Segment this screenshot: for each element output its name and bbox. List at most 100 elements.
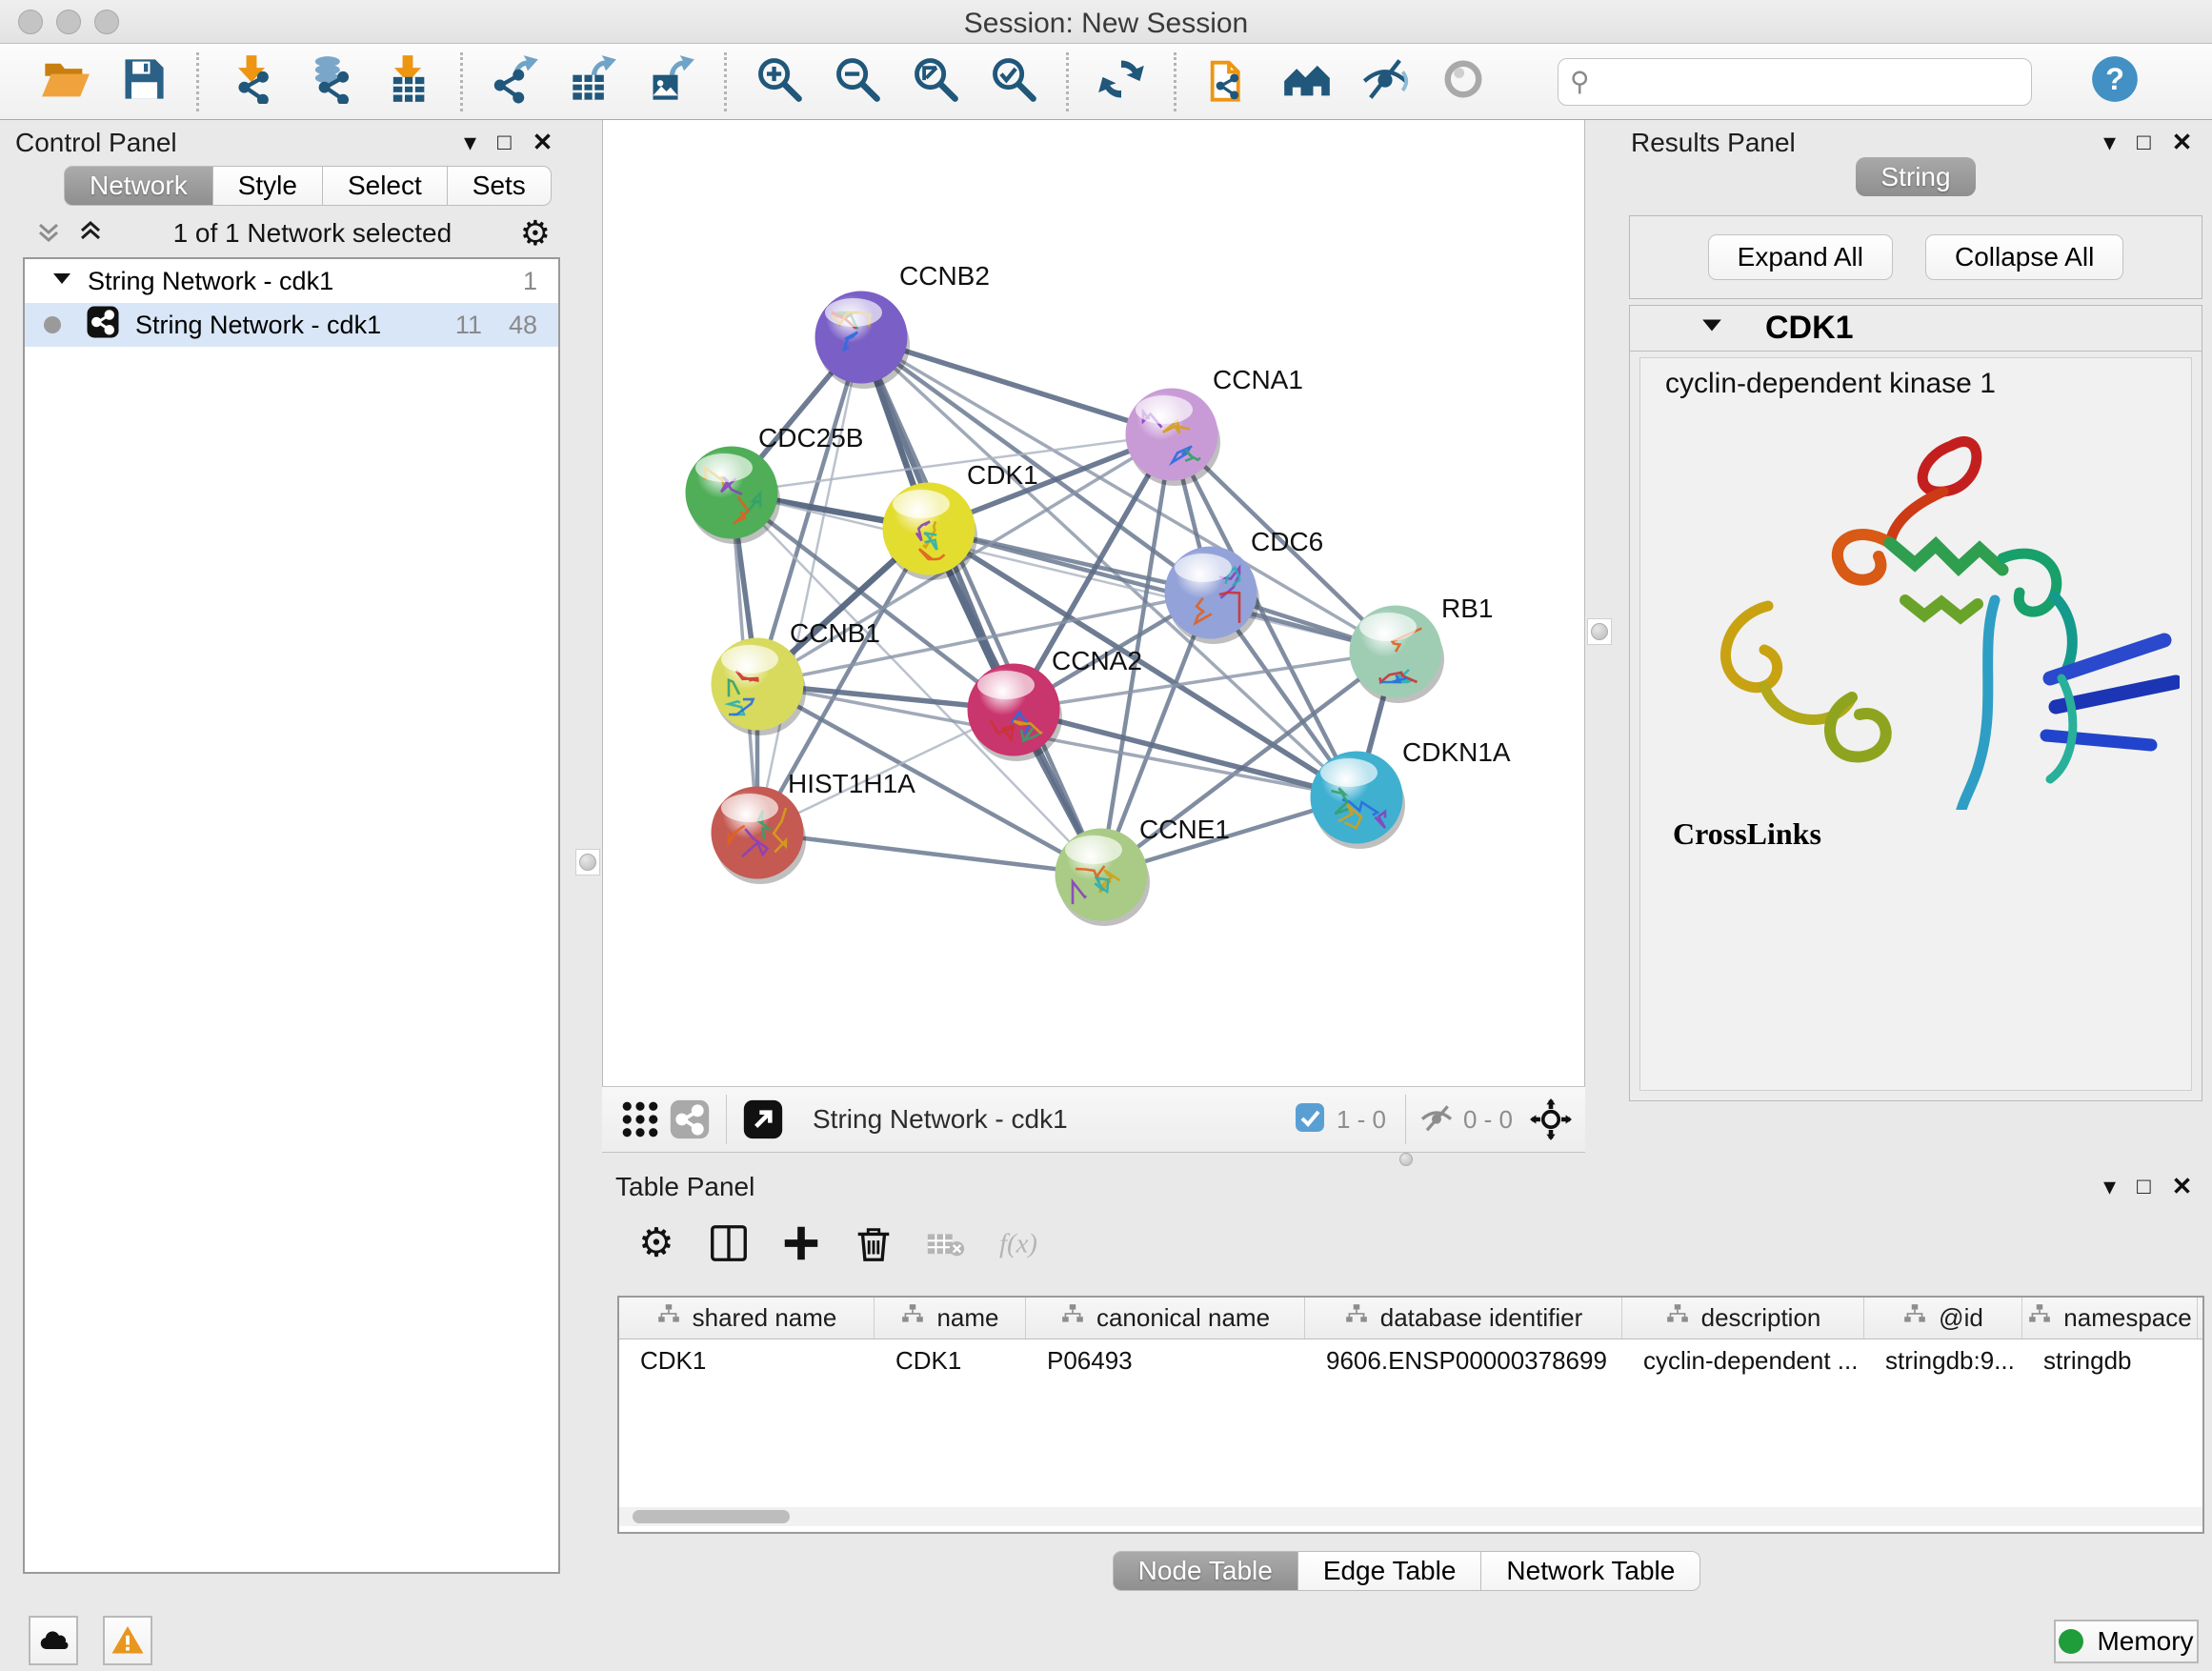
- gene-section-header[interactable]: CDK1: [1630, 306, 2202, 352]
- update-networks-button[interactable]: [1082, 50, 1160, 113]
- tab-node-table[interactable]: Node Table: [1113, 1551, 1298, 1591]
- node-CDKN1A[interactable]: CDKN1A: [1311, 737, 1511, 849]
- column-type-icon: [1902, 1302, 1927, 1334]
- left-splitter-handle[interactable]: [575, 849, 600, 876]
- birdseye-view-icon[interactable]: [1526, 1095, 1576, 1144]
- cloud-status-button[interactable]: [29, 1616, 78, 1665]
- help-button[interactable]: ?: [2076, 50, 2154, 113]
- table-hscrollbar-thumb[interactable]: [633, 1510, 790, 1523]
- edge-CCNB2-HIST1H1A[interactable]: [757, 337, 861, 833]
- column-header-database-identifier[interactable]: database identifier: [1305, 1298, 1622, 1339]
- control-panel-menu-icon[interactable]: ▾: [464, 128, 476, 157]
- results-panel-float-icon[interactable]: □: [2137, 130, 2151, 156]
- selected-checkbox[interactable]: [1295, 1102, 1325, 1137]
- hidden-eye-icon[interactable]: [1418, 1098, 1456, 1141]
- table-panel-float-icon[interactable]: □: [2137, 1174, 2151, 1200]
- zoom-selected-button[interactable]: [975, 50, 1053, 113]
- toolbar-separator: [1174, 52, 1176, 111]
- column-header--id[interactable]: @id: [1864, 1298, 2022, 1339]
- control-panel-float-icon[interactable]: □: [497, 130, 512, 156]
- open-session-button[interactable]: [27, 50, 105, 113]
- export-image-icon: [647, 54, 696, 109]
- collapse-all-networks-icon[interactable]: [34, 217, 63, 251]
- tab-select[interactable]: Select: [322, 166, 448, 206]
- node-CDK1[interactable]: CDK1: [883, 460, 1038, 580]
- column-manager-button[interactable]: [699, 1216, 758, 1275]
- results-panel-menu-icon[interactable]: ▾: [2103, 128, 2116, 157]
- edge-HIST1H1A-CCNE1[interactable]: [757, 833, 1101, 875]
- bottom-splitter-handle[interactable]: [1393, 1153, 1419, 1166]
- zoom-out-button[interactable]: [818, 50, 896, 113]
- network-collection-row[interactable]: String Network - cdk1 1: [25, 259, 558, 303]
- import-table-button[interactable]: [369, 50, 447, 113]
- zoom-fit-button[interactable]: [896, 50, 975, 113]
- table-cell[interactable]: CDK1: [875, 1339, 1026, 1381]
- table-cell[interactable]: 9606.ENSP00000378699: [1305, 1339, 1622, 1381]
- table-cell[interactable]: P06493: [1026, 1339, 1305, 1381]
- toolbar-separator: [1066, 52, 1069, 111]
- column-type-icon: [1060, 1302, 1085, 1334]
- edge-CDK1-RB1[interactable]: [929, 529, 1396, 652]
- add-column-button[interactable]: [772, 1216, 831, 1275]
- table-settings-button[interactable]: ⚙: [627, 1216, 686, 1275]
- export-network-button[interactable]: [476, 50, 554, 113]
- share-session-file-button[interactable]: [1190, 50, 1268, 113]
- detach-view-icon[interactable]: [738, 1095, 788, 1144]
- expand-all-networks-icon[interactable]: [76, 217, 105, 251]
- protein-structure-image: [1665, 400, 2180, 810]
- column-header-shared-name[interactable]: shared name: [619, 1298, 875, 1339]
- save-session-button[interactable]: [105, 50, 183, 113]
- gene-expander-icon[interactable]: [1700, 314, 1723, 342]
- tab-network-table[interactable]: Network Table: [1480, 1551, 1700, 1591]
- tab-style[interactable]: Style: [212, 166, 323, 206]
- node-RB1[interactable]: RB1: [1350, 594, 1493, 703]
- node-CCNB1[interactable]: CCNB1: [712, 618, 880, 735]
- table-cell[interactable]: cyclin-dependent ...: [1622, 1339, 1864, 1381]
- memory-button[interactable]: Memory: [2054, 1620, 2199, 1663]
- zoom-in-button[interactable]: [740, 50, 818, 113]
- column-header-name[interactable]: name: [875, 1298, 1026, 1339]
- table-cell[interactable]: stringdb: [2022, 1339, 2198, 1381]
- table-panel-close-icon[interactable]: ✕: [2172, 1172, 2193, 1201]
- warning-status-button[interactable]: [103, 1616, 152, 1665]
- import-network-icon: [227, 54, 276, 109]
- column-header-canonical-name[interactable]: canonical name: [1026, 1298, 1305, 1339]
- table-panel-menu-icon[interactable]: ▾: [2103, 1172, 2116, 1201]
- control-panel-title: Control Panel: [15, 128, 177, 157]
- table-row[interactable]: CDK1CDK1P064939606.ENSP00000378699cyclin…: [619, 1339, 2202, 1381]
- delete-column-button[interactable]: [844, 1216, 903, 1275]
- show-hide-button[interactable]: [1346, 50, 1424, 113]
- tab-network[interactable]: Network: [64, 166, 213, 206]
- control-panel-close-icon[interactable]: ✕: [533, 128, 553, 157]
- import-database-button[interactable]: [291, 50, 369, 113]
- tab-edge-table[interactable]: Edge Table: [1297, 1551, 1482, 1591]
- column-header-description[interactable]: description: [1622, 1298, 1864, 1339]
- column-type-icon: [1665, 1302, 1690, 1334]
- network-row[interactable]: String Network - cdk1 11 48: [25, 303, 558, 347]
- collapse-all-button[interactable]: Collapse All: [1925, 234, 2123, 280]
- table-cell[interactable]: stringdb:9...: [1864, 1339, 2022, 1381]
- expand-all-button[interactable]: Expand All: [1708, 234, 1893, 280]
- fx-icon: f(x): [996, 1221, 1040, 1270]
- highlight-button[interactable]: [1424, 50, 1502, 113]
- svg-text:f(x): f(x): [999, 1228, 1037, 1258]
- results-panel-close-icon[interactable]: ✕: [2172, 128, 2193, 157]
- tab-string[interactable]: String: [1856, 157, 1975, 196]
- node-HIST1H1A[interactable]: HIST1H1A: [712, 769, 915, 884]
- column-header-namespace[interactable]: namespace: [2022, 1298, 2198, 1339]
- toolbar-separator: [196, 52, 199, 111]
- import-network-button[interactable]: [212, 50, 291, 113]
- export-table-button[interactable]: [554, 50, 633, 113]
- tab-sets[interactable]: Sets: [447, 166, 552, 206]
- table-cell[interactable]: CDK1: [619, 1339, 875, 1381]
- network-view-string-icon[interactable]: [665, 1095, 714, 1144]
- search-input[interactable]: [1590, 67, 2000, 96]
- string-home-button[interactable]: [1268, 50, 1346, 113]
- network-canvas[interactable]: CCNB2 CCNA1 CDC25B CDK1 CDC6 RB1 CCNB1: [602, 120, 1585, 1086]
- right-splitter-handle[interactable]: [1587, 618, 1612, 645]
- node-CCNA1[interactable]: CCNA1: [1126, 365, 1303, 486]
- export-image-button[interactable]: [633, 50, 711, 113]
- grid-view-icon[interactable]: [615, 1095, 665, 1144]
- collection-expander-icon[interactable]: [51, 267, 72, 296]
- network-options-gear-icon[interactable]: ⚙: [520, 213, 551, 253]
